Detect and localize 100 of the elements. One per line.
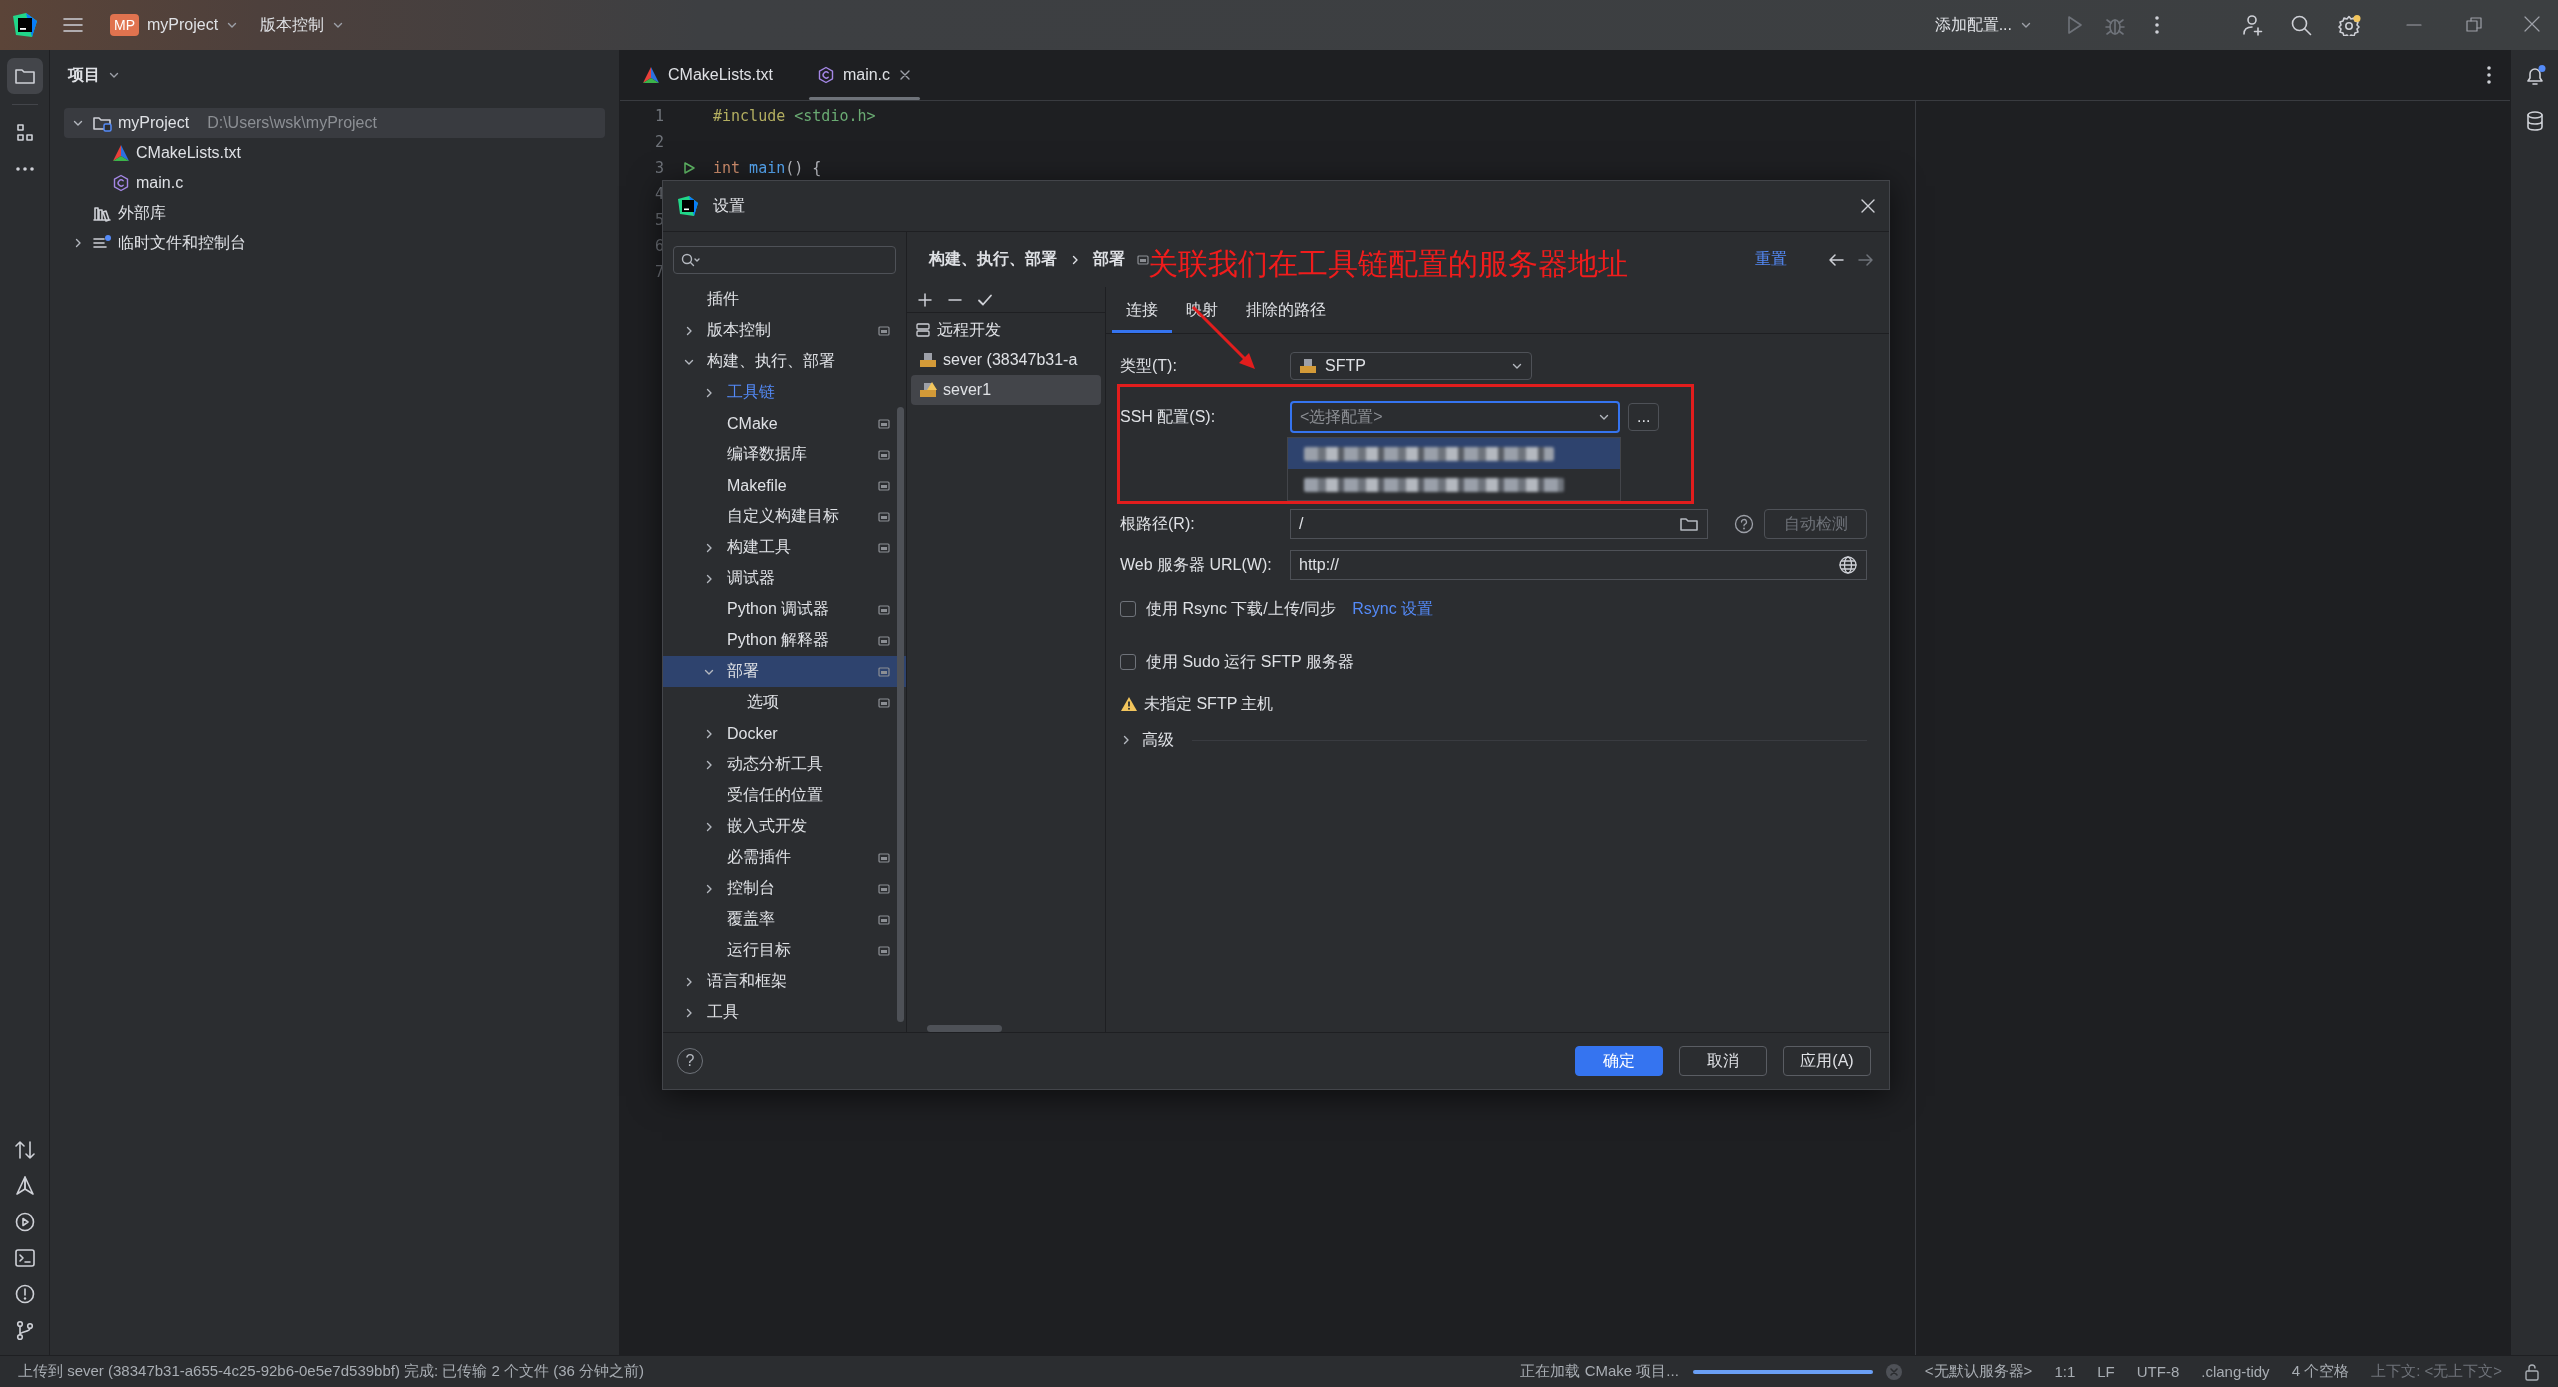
settings-item[interactable]: 语言和框架 <box>663 966 906 997</box>
status-message: 上传到 sever (38347b31-a655-4c25-92b6-0e5e7d539bbf) 完成: 已传输 2 个文件 (36 分钟之前) <box>18 1362 646 1381</box>
search-icon[interactable] <box>2290 14 2312 36</box>
settings-item[interactable]: Docker <box>663 718 906 749</box>
root-path-field[interactable]: / <box>1290 509 1708 539</box>
forward-icon[interactable] <box>1857 251 1875 268</box>
line-number: 1 <box>653 107 664 125</box>
more-icon <box>15 166 34 172</box>
reset-link[interactable]: 重置 <box>1749 248 1793 271</box>
settings-item[interactable]: Python 调试器 <box>663 594 906 625</box>
code-line: #include <stdio.h> <box>713 107 876 125</box>
add-icon[interactable] <box>917 291 933 308</box>
scrollbar-thumb[interactable] <box>927 1025 1002 1032</box>
cmake-icon <box>642 66 660 84</box>
ssh-config-dropdown[interactable]: <选择配置> <box>1290 401 1620 433</box>
dialog-button[interactable]: 应用(A) <box>1783 1046 1871 1076</box>
task-label: 正在加载 CMake 项目... <box>1520 1362 1679 1381</box>
settings-icon[interactable] <box>2338 14 2362 36</box>
tree-item[interactable]: 临时文件和控制台 <box>64 228 605 258</box>
c-file-icon <box>816 66 835 84</box>
menu-icon[interactable] <box>62 16 84 34</box>
project-path: D:\Users\wsk\myProject <box>207 114 377 132</box>
server-item[interactable]: sever1 <box>911 375 1101 405</box>
run-gutter-icon[interactable] <box>681 161 696 175</box>
cmake-icon[interactable] <box>13 1175 36 1197</box>
advanced-toggle[interactable]: 高级 <box>1120 729 1174 751</box>
breadcrumb-item: 部署 <box>1093 249 1125 269</box>
vcs-menu[interactable]: 版本控制 <box>252 8 353 42</box>
project-badge: MP <box>110 14 139 36</box>
dialog-title: 设置 <box>713 195 745 216</box>
tree-item[interactable]: CMakeLists.txt <box>64 138 605 168</box>
status-item[interactable]: .clang-tidy <box>2201 1363 2270 1380</box>
tree-item[interactable]: main.c <box>64 168 605 198</box>
search-field[interactable] <box>673 246 896 274</box>
c-file-icon <box>112 174 130 192</box>
settings-item[interactable]: 构建工具 <box>663 532 906 563</box>
type-dropdown[interactable]: SFTP <box>1290 352 1532 380</box>
close-icon[interactable] <box>1859 197 1877 215</box>
status-item[interactable]: 4 个空格 <box>2291 1362 2350 1381</box>
settings-item[interactable]: 版本控制 <box>663 315 906 346</box>
panel-title-menu[interactable]: 项目 <box>64 60 124 90</box>
settings-item[interactable]: 选项 <box>663 687 906 718</box>
dialog-button[interactable]: 确定 <box>1575 1046 1663 1076</box>
search-icon <box>680 252 700 268</box>
tree-item[interactable]: myProject D:\Users\wsk\myProject <box>64 108 605 138</box>
settings-item[interactable]: 构建、执行、部署 <box>663 346 906 377</box>
help-icon[interactable] <box>1734 514 1754 534</box>
scrollbar-thumb[interactable] <box>897 407 904 1022</box>
terminal-icon[interactable] <box>13 1247 36 1269</box>
annotation-text: 关联我们在工具链配置的服务器地址 <box>1148 246 1628 282</box>
settings-item[interactable]: 控制台 <box>663 873 906 904</box>
project-switcher[interactable]: MP myProject <box>102 8 247 42</box>
more-icon[interactable] <box>2154 14 2160 36</box>
checkbox[interactable] <box>1120 601 1136 617</box>
settings-item[interactable]: 动态分析工具 <box>663 749 906 780</box>
commit-arrows-icon[interactable] <box>13 1139 36 1161</box>
status-item[interactable]: UTF-8 <box>2136 1363 2180 1380</box>
problems-icon[interactable] <box>13 1283 36 1305</box>
run-config-menu[interactable]: 添加配置... <box>1926 8 2040 42</box>
breadcrumb-item[interactable]: 构建、执行、部署 <box>929 249 1057 270</box>
settings-item[interactable]: 覆盖率 <box>663 904 906 935</box>
tool-window-button[interactable] <box>6 58 43 94</box>
status-item[interactable]: <无默认服务器> <box>1924 1362 2033 1381</box>
code-line: int main() { <box>713 159 822 177</box>
tree-item[interactable]: 外部库 <box>64 198 605 228</box>
settings-item[interactable]: 工具链 <box>663 377 906 408</box>
settings-item[interactable]: 部署 <box>663 656 906 687</box>
settings-item[interactable]: 工具 <box>663 997 906 1028</box>
settings-item[interactable]: 受信任的位置 <box>663 780 906 811</box>
settings-item[interactable]: CMake <box>663 408 906 439</box>
status-item[interactable]: LF <box>2097 1363 2115 1380</box>
settings-tab[interactable]: 连接 <box>1112 287 1172 333</box>
browse-button[interactable]: ... <box>1628 403 1660 431</box>
line-number: 3 <box>653 159 664 177</box>
settings-item[interactable]: 嵌入式开发 <box>663 811 906 842</box>
rsync-settings-link[interactable]: Rsync 设置 <box>1352 598 1434 620</box>
editor-tab[interactable]: CMakeLists.txt <box>630 50 785 100</box>
settings-item[interactable]: 运行目标 <box>663 935 906 966</box>
dropdown-option[interactable] <box>1288 438 1620 469</box>
server-item[interactable]: sever (38347b31-a <box>911 345 1101 375</box>
status-item[interactable]: 1:1 <box>2054 1363 2076 1380</box>
run-icon[interactable] <box>13 1211 36 1233</box>
settings-item[interactable]: 调试器 <box>663 563 906 594</box>
app-logo-icon[interactable] <box>12 12 38 38</box>
settings-item[interactable]: 插件 <box>663 284 906 315</box>
settings-tab[interactable]: 排除的路径 <box>1232 287 1340 333</box>
url-field[interactable]: http:// <box>1290 550 1867 580</box>
editor-tab[interactable]: main.c <box>804 50 925 100</box>
dialog-button[interactable]: 取消 <box>1679 1046 1767 1076</box>
more-icon[interactable] <box>2486 64 2492 86</box>
settings-item[interactable]: 编译数据库 <box>663 439 906 470</box>
field-label: Web 服务器 URL(W): <box>1120 554 1272 575</box>
checkbox[interactable] <box>1120 654 1136 670</box>
settings-item[interactable]: 必需插件 <box>663 842 906 873</box>
settings-item[interactable]: Python 解释器 <box>663 625 906 656</box>
settings-item[interactable]: Makefile <box>663 470 906 501</box>
settings-item[interactable]: 自定义构建目标 <box>663 501 906 532</box>
back-icon[interactable] <box>1827 251 1845 268</box>
lock-icon[interactable] <box>2524 1362 2540 1381</box>
globe-icon <box>1838 555 1858 575</box>
